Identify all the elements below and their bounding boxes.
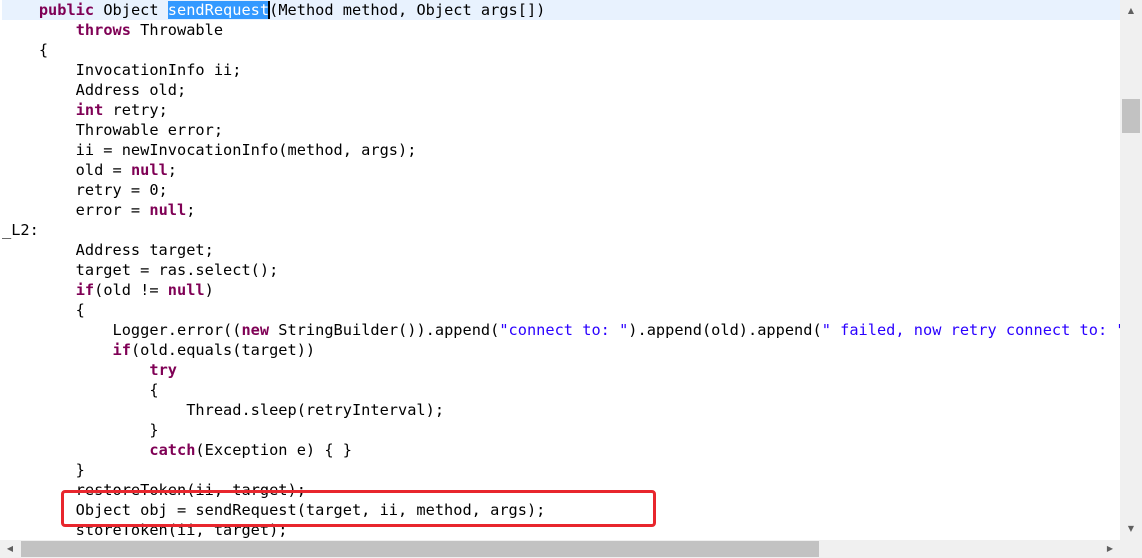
keyword-token: int	[75, 101, 104, 119]
keyword-token: public	[38, 1, 95, 19]
code-token: ;	[186, 201, 196, 219]
code-token: )	[204, 281, 214, 299]
scroll-up-icon[interactable]: ▲	[1122, 2, 1140, 20]
code-token: (Method method, Object args[])	[269, 1, 546, 19]
vertical-scrollbar[interactable]: ▲ ▼	[1120, 0, 1142, 540]
code-token: (old.equals(target))	[130, 341, 316, 359]
code-line[interactable]: }	[2, 460, 1120, 480]
scroll-left-icon[interactable]: ◀	[1, 540, 19, 558]
code-token: storeToken(ii, target);	[2, 521, 288, 539]
code-line[interactable]: {	[2, 380, 1120, 400]
scrollbar-corner	[1120, 540, 1142, 558]
string-literal-token: " failed, now retry connect to: "	[821, 321, 1120, 339]
horizontal-scrollbar-thumb[interactable]	[21, 541, 819, 557]
code-line[interactable]: _L2:	[2, 220, 1120, 240]
code-line[interactable]: Address target;	[2, 240, 1120, 260]
code-line[interactable]: storeToken(ii, target);	[2, 520, 1120, 540]
code-line[interactable]: if(old != null)	[2, 280, 1120, 300]
code-token: {	[2, 381, 159, 399]
code-token: Throwable error;	[2, 121, 224, 139]
keyword-token: new	[241, 321, 270, 339]
code-token: Object obj = sendRequest(target, ii, met…	[2, 501, 546, 519]
code-token: Logger.error((	[2, 321, 242, 339]
code-line[interactable]: target = ras.select();	[2, 260, 1120, 280]
code-line[interactable]: restoreToken(ii, target);	[2, 480, 1120, 500]
code-line[interactable]: {	[2, 40, 1120, 60]
code-line[interactable]: Thread.sleep(retryInterval);	[2, 400, 1120, 420]
keyword-token: try	[149, 361, 177, 379]
code-editor[interactable]: public Object sendRequest(Method method,…	[0, 0, 1120, 540]
code-line[interactable]: error = null;	[2, 200, 1120, 220]
keyword-token: null	[130, 161, 168, 179]
string-literal-token: "connect to: "	[499, 321, 629, 339]
highlighted-code-line[interactable]: Object obj = sendRequest(target, ii, met…	[2, 500, 1120, 520]
code-line[interactable]: }	[2, 420, 1120, 440]
scroll-right-icon[interactable]: ▶	[1101, 540, 1119, 558]
keyword-token: throws	[75, 21, 131, 39]
code-line[interactable]: public Object sendRequest(Method method,…	[2, 0, 1120, 20]
code-line[interactable]: try	[2, 360, 1120, 380]
code-line[interactable]: catch(Exception e) { }	[2, 440, 1120, 460]
code-token: (old !=	[94, 281, 168, 299]
code-line[interactable]: int retry;	[2, 100, 1120, 120]
code-token: StringBuilder()).append(	[269, 321, 500, 339]
code-line[interactable]: Address old;	[2, 80, 1120, 100]
code-token: }	[2, 421, 159, 439]
code-token: }	[2, 461, 85, 479]
code-line[interactable]: old = null;	[2, 160, 1120, 180]
code-token: retry;	[103, 101, 168, 119]
code-line[interactable]: if(old.equals(target))	[2, 340, 1120, 360]
code-area[interactable]: public Object sendRequest(Method method,…	[2, 0, 1120, 540]
horizontal-scrollbar[interactable]: ◀ ▶	[0, 540, 1120, 558]
keyword-token: catch	[149, 441, 196, 459]
code-token: {	[2, 41, 49, 59]
keyword-token: null	[167, 281, 205, 299]
code-token: Throwable	[130, 21, 224, 39]
code-token: error =	[2, 201, 150, 219]
code-token: ;	[167, 161, 177, 179]
vertical-scrollbar-thumb[interactable]	[1122, 99, 1140, 133]
selected-text: sendRequest	[167, 1, 270, 19]
code-line[interactable]: retry = 0;	[2, 180, 1120, 200]
scroll-down-icon[interactable]: ▼	[1122, 520, 1140, 538]
code-line[interactable]: Throwable error;	[2, 120, 1120, 140]
code-token: _L2:	[2, 221, 39, 239]
code-line[interactable]: Logger.error((new StringBuilder()).appen…	[2, 320, 1121, 340]
code-token: InvocationInfo ii;	[2, 61, 242, 79]
code-token: Address old;	[2, 81, 187, 99]
code-line[interactable]: {	[2, 300, 1120, 320]
code-line[interactable]: ii = newInvocationInfo(method, args);	[2, 140, 1120, 160]
code-token: target = ras.select();	[2, 261, 279, 279]
code-token: ii = newInvocationInfo(method, args);	[2, 141, 417, 159]
code-token: restoreToken(ii, target);	[2, 481, 306, 499]
keyword-token: if	[75, 281, 95, 299]
code-token: retry = 0;	[2, 181, 168, 199]
code-line[interactable]: throws Throwable	[2, 20, 1120, 40]
code-token: ).append(old).append(	[628, 321, 822, 339]
code-token: Thread.sleep(retryInterval);	[2, 401, 445, 419]
keyword-token: null	[149, 201, 187, 219]
code-token: old =	[2, 161, 131, 179]
code-line[interactable]: InvocationInfo ii;	[2, 60, 1120, 80]
code-token: (Exception e) { }	[195, 441, 352, 459]
code-token: Object	[94, 1, 168, 19]
code-token: {	[2, 301, 85, 319]
keyword-token: if	[112, 341, 131, 359]
code-token: Address target;	[2, 241, 214, 259]
